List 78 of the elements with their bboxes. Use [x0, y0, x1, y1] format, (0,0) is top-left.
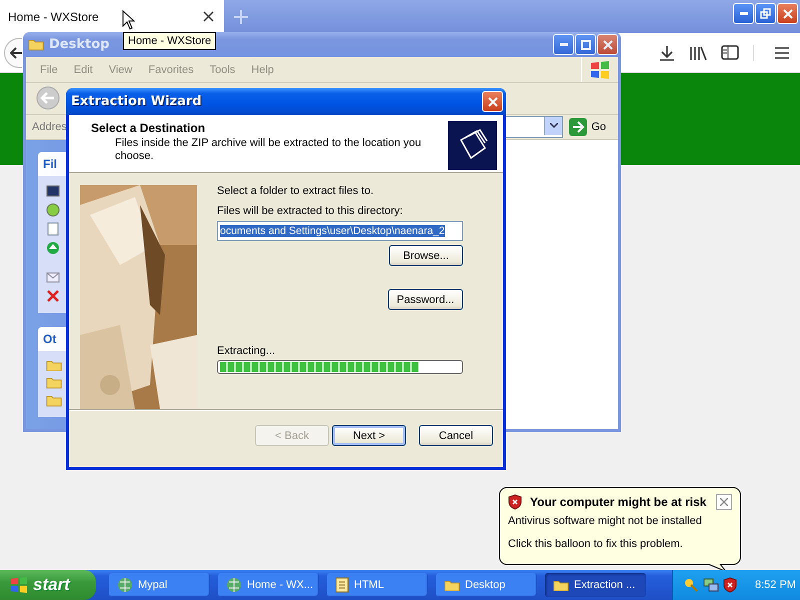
- browser-tab[interactable]: Home - WXStore: [0, 0, 224, 33]
- notification-balloon[interactable]: Your computer might be at risk Antivirus software might not be installed Click this balloon to fix this problem.: [499, 487, 741, 565]
- balloon-title: Your computer might be at risk: [530, 495, 708, 509]
- envelope-icon[interactable]: [46, 270, 60, 284]
- instruction-text: Select a folder to extract files to.: [217, 185, 375, 197]
- minimize-button[interactable]: [733, 3, 754, 24]
- globe-icon: [117, 577, 133, 593]
- cancel-button[interactable]: Cancel: [419, 425, 493, 446]
- taskbar-button[interactable]: Mypal: [109, 573, 210, 597]
- balloon-text: Antivirus software might not be installed: [508, 515, 703, 527]
- clock: 8:52 PM: [755, 579, 796, 591]
- folder-icon: [553, 578, 569, 592]
- close-icon: [720, 498, 728, 506]
- folder-icon: [444, 578, 460, 592]
- close-icon: [488, 96, 498, 106]
- taskbar-button[interactable]: Extraction ...: [545, 573, 646, 597]
- sidebar-icon[interactable]: [721, 45, 739, 60]
- panel-title: Fil: [43, 156, 57, 171]
- start-button[interactable]: start: [0, 570, 96, 600]
- globe-icon: [226, 577, 242, 593]
- folder-icon: [28, 38, 44, 51]
- arrow-icon: [569, 118, 588, 136]
- step-heading: Select a Destination: [91, 121, 206, 135]
- tooltip: Home - WXStore: [123, 32, 216, 50]
- folders-icon: [448, 121, 497, 170]
- taskbar-button[interactable]: Desktop: [436, 573, 537, 597]
- browse-button[interactable]: Browse...: [389, 245, 463, 266]
- back-button[interactable]: [4, 38, 22, 68]
- download-icon[interactable]: [659, 44, 675, 60]
- path-field[interactable]: ocuments and Settings\user\Desktop\naenara_2: [217, 221, 463, 241]
- document-icon: [335, 577, 349, 593]
- menu-item[interactable]: Tools: [202, 64, 244, 76]
- wizard-dialog: Extraction Wizard Select a Destination Files inside the ZIP archive will be extracted to the location you choose. Select a folder to extract files to. Files will be extracted to this directory: ocuments and Settings\user\Desktop\naenara_2 Browse... Password... Extracting... < Back Next > Cancel: [66, 88, 506, 470]
- globe-icon[interactable]: [46, 202, 60, 217]
- menu-item[interactable]: Help: [243, 64, 282, 76]
- taskbar-button[interactable]: Home - WX...: [218, 573, 319, 597]
- restore-button[interactable]: [755, 3, 776, 24]
- address-label: Addres: [32, 120, 67, 133]
- folder-icon: [46, 394, 62, 407]
- folder-icon: [46, 376, 62, 390]
- back-arrow-icon: [10, 46, 22, 58]
- menu-item[interactable]: Favorites: [140, 64, 202, 76]
- close-button[interactable]: [716, 494, 732, 510]
- library-icon[interactable]: [689, 44, 707, 60]
- globe-icon[interactable]: [46, 240, 60, 255]
- status-text: Extracting...: [217, 345, 276, 357]
- menu-icon[interactable]: [753, 44, 790, 60]
- minimize-button[interactable]: [553, 34, 574, 55]
- windows-flag-icon: [590, 60, 610, 78]
- minimize-icon: [560, 43, 568, 46]
- windows-flag-icon: [10, 577, 28, 593]
- step-description: Files inside the ZIP archive will be extracted to the location you choose.: [114, 137, 422, 163]
- minimize-icon: [740, 12, 748, 15]
- balloon-text: Click this balloon to fix this problem.: [508, 538, 684, 550]
- field-label: Files will be extracted to this directory:: [217, 205, 404, 217]
- menu-item[interactable]: File: [32, 64, 66, 76]
- folder-icon: [46, 358, 62, 372]
- taskbar-button[interactable]: HTML: [327, 573, 428, 597]
- document-icon[interactable]: [46, 222, 60, 236]
- go-button[interactable]: Go: [567, 118, 614, 136]
- close-icon[interactable]: [203, 11, 214, 22]
- window-icon[interactable]: [46, 184, 60, 198]
- menu-item[interactable]: Edit: [66, 64, 101, 76]
- close-icon: [782, 8, 792, 18]
- menu-item[interactable]: View: [100, 64, 140, 76]
- restore-icon: [760, 8, 771, 19]
- password-button[interactable]: Password...: [388, 289, 463, 310]
- close-icon: [602, 40, 612, 50]
- network-icon[interactable]: [703, 577, 719, 593]
- maximize-button[interactable]: [575, 34, 596, 55]
- cursor-icon: [122, 10, 135, 30]
- shield-icon: [508, 494, 522, 510]
- delete-icon[interactable]: [46, 288, 60, 303]
- panel-title: Ot: [43, 332, 56, 346]
- shield-icon: [723, 577, 737, 593]
- balloon-tail: [707, 564, 727, 570]
- maximize-icon: [580, 40, 590, 50]
- next-button[interactable]: Next >: [332, 425, 406, 446]
